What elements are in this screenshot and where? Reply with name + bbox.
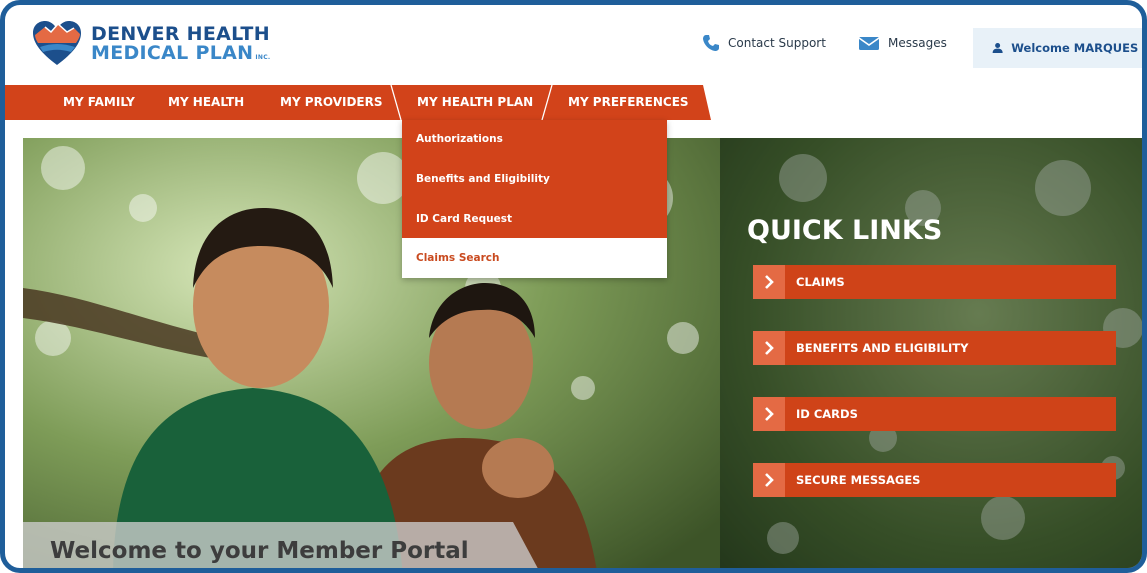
nav-item-my-health[interactable]: MY HEALTH: [168, 85, 244, 120]
dropdown-item-id-card-request[interactable]: ID Card Request: [402, 199, 667, 239]
user-icon: [992, 42, 1003, 54]
logo-inc-suffix: INC.: [255, 54, 271, 61]
quick-link-claims[interactable]: CLAIMS: [753, 265, 1116, 299]
quick-link-secure-messages[interactable]: SECURE MESSAGES: [753, 463, 1116, 497]
chevron-right-icon: [765, 275, 774, 289]
main-nav-bar: MY FAMILY MY HEALTH MY PROVIDERS MY HEAL…: [5, 85, 711, 120]
quick-link-arrow: [753, 397, 785, 431]
chevron-right-icon: [765, 407, 774, 421]
nav-item-my-family[interactable]: MY FAMILY: [63, 85, 135, 120]
nav-item-my-providers[interactable]: MY PROVIDERS: [280, 85, 383, 120]
quick-link-benefits-and-eligibility[interactable]: BENEFITS AND ELIGIBILITY: [753, 331, 1116, 365]
envelope-icon: [858, 37, 880, 50]
nav-item-my-health-plan[interactable]: MY HEALTH PLAN: [417, 85, 533, 120]
denver-health-logo[interactable]: DENVER HEALTH MEDICAL PLAN INC.: [31, 19, 270, 71]
my-health-plan-dropdown: Authorizations Benefits and Eligibility …: [402, 120, 667, 278]
nav-divider-left: [390, 85, 402, 120]
chevron-right-icon: [765, 473, 774, 487]
welcome-heading: Welcome to your Member Portal: [50, 538, 469, 564]
nav-divider-right: [541, 85, 553, 120]
portal-window: DENVER HEALTH MEDICAL PLAN INC. Contact S…: [0, 0, 1147, 573]
messages-link[interactable]: Messages: [858, 31, 947, 55]
dropdown-item-claims-search[interactable]: Claims Search: [402, 238, 667, 278]
logo-wordmark-line2: MEDICAL PLAN INC.: [91, 42, 270, 64]
quick-link-arrow: [753, 331, 785, 365]
contact-support-link[interactable]: Contact Support: [702, 31, 826, 55]
quick-link-arrow: [753, 463, 785, 497]
logo-wordmark-line2-text: MEDICAL PLAN: [91, 42, 254, 64]
quick-link-secure-messages-label: SECURE MESSAGES: [796, 473, 921, 487]
welcome-banner: Welcome to your Member Portal: [23, 522, 543, 568]
contact-support-label: Contact Support: [728, 36, 826, 50]
quick-link-arrow: [753, 265, 785, 299]
heart-mountain-logo-icon: [33, 21, 81, 65]
quick-link-id-cards[interactable]: ID CARDS: [753, 397, 1116, 431]
chevron-right-icon: [765, 341, 774, 355]
messages-label: Messages: [888, 36, 947, 50]
quick-link-id-cards-label: ID CARDS: [796, 407, 858, 421]
dropdown-item-authorizations[interactable]: Authorizations: [402, 120, 667, 159]
quick-link-benefits-label: BENEFITS AND ELIGIBILITY: [796, 341, 969, 355]
user-account-menu[interactable]: Welcome MARQUES: [973, 28, 1142, 68]
phone-icon: [703, 35, 719, 51]
quick-link-claims-label: CLAIMS: [796, 275, 845, 289]
nav-item-my-preferences[interactable]: MY PREFERENCES: [568, 85, 689, 120]
welcome-user-label: Welcome MARQUES: [1011, 41, 1139, 55]
dropdown-item-benefits-and-eligibility[interactable]: Benefits and Eligibility: [402, 159, 667, 199]
quick-links-title: QUICK LINKS: [747, 215, 943, 246]
